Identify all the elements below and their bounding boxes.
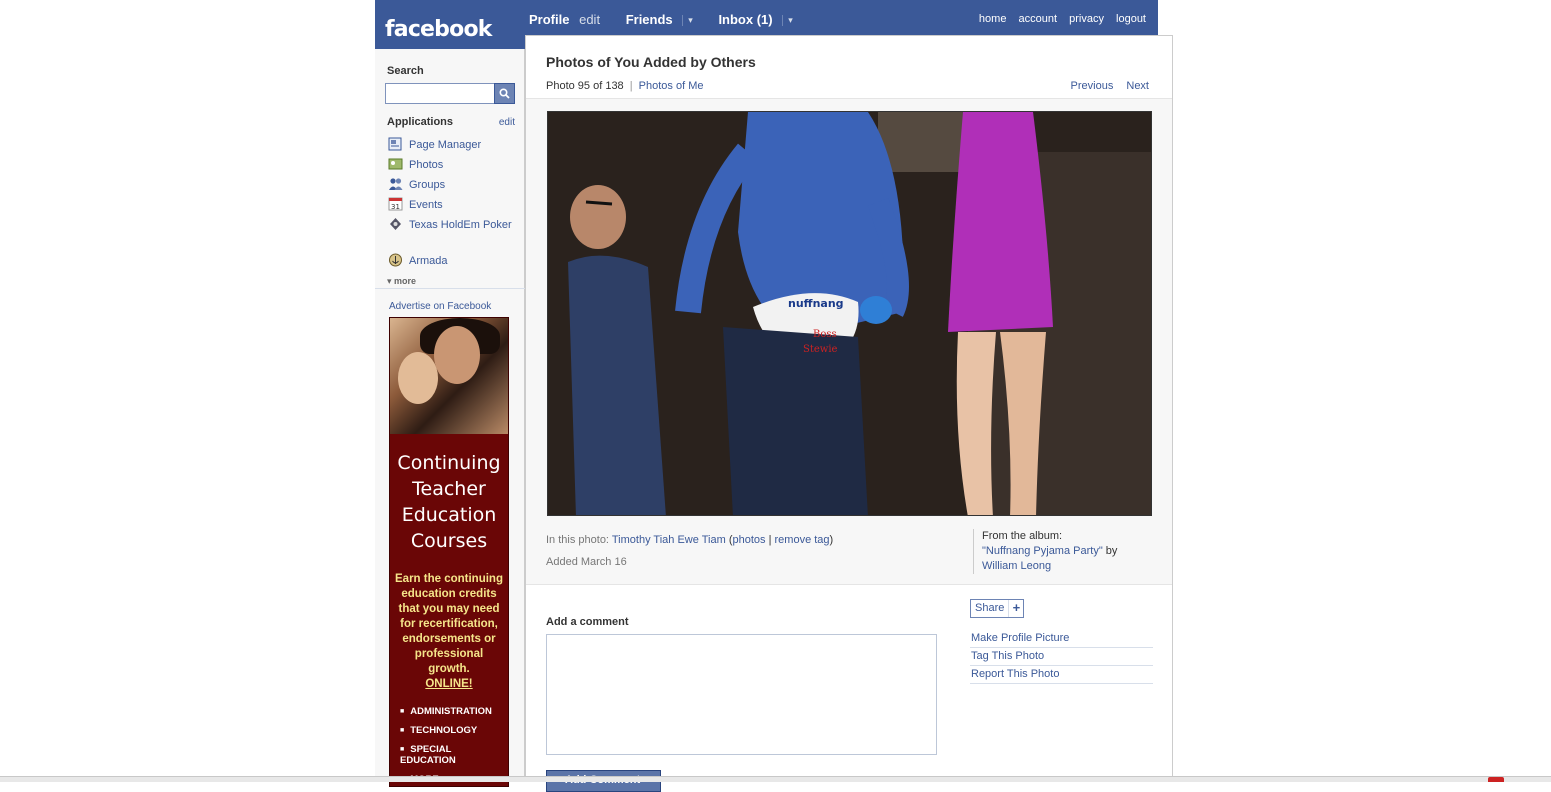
photo-text-line1: Boss xyxy=(813,329,837,340)
applications-title: Applications xyxy=(387,116,454,128)
friends-dropdown-icon[interactable]: ▾ xyxy=(682,15,693,26)
svg-text:31: 31 xyxy=(391,203,400,211)
sidebar-item-label: Texas HoldEm Poker xyxy=(409,219,512,231)
sidebar-item-armada[interactable]: Armada xyxy=(387,253,515,269)
search-button[interactable] xyxy=(494,83,515,104)
ad-topic: ADMINISTRATION xyxy=(400,706,508,717)
advertise-link[interactable]: Advertise on Facebook xyxy=(389,301,491,312)
main-content: Photos of You Added by Others Photo 95 o… xyxy=(525,35,1173,792)
photo-pager: Previous Next xyxy=(1061,80,1149,92)
status-badge xyxy=(1488,777,1504,782)
sidebar-divider xyxy=(375,288,525,289)
pipe-separator: | xyxy=(768,534,772,546)
tagged-person-link[interactable]: Timothy Tiah Ewe Tiam xyxy=(612,534,726,546)
sidebar-item-label: Photos xyxy=(409,159,444,171)
sidebar-advertisement[interactable]: Continuing Teacher Education Courses Ear… xyxy=(389,317,509,787)
tag-this-photo-link[interactable]: Tag This Photo xyxy=(970,648,1153,666)
ad-topic-list: ADMINISTRATION TECHNOLOGY SPECIAL EDUCAT… xyxy=(400,706,508,786)
nav-inbox[interactable]: Inbox (1) xyxy=(718,12,772,27)
calendar-icon: 31 xyxy=(387,197,403,211)
make-profile-picture-link[interactable]: Make Profile Picture xyxy=(970,630,1153,648)
sidebar-item-page-manager[interactable]: Page Manager xyxy=(387,137,515,153)
logo-area: facebook xyxy=(375,0,525,49)
nav-account[interactable]: account xyxy=(1019,13,1058,25)
add-comment-label: Add a comment xyxy=(546,616,629,628)
previous-link[interactable]: Previous xyxy=(1071,80,1114,92)
sidebar-item-texas-holdem-poker[interactable]: Texas HoldEm Poker xyxy=(387,217,515,233)
ad-topic: TECHNOLOGY xyxy=(400,725,508,736)
search-label: Search xyxy=(387,65,424,77)
main-photo[interactable]: nuffnang Boss Stewie xyxy=(547,111,1152,516)
search-input[interactable] xyxy=(385,83,495,104)
paren-close: ) xyxy=(829,534,834,546)
photo-illustration: nuffnang Boss Stewie xyxy=(548,112,1151,515)
applications-edit-link[interactable]: edit xyxy=(499,117,515,128)
nav-friends[interactable]: Friends xyxy=(626,12,673,27)
inbox-dropdown-icon[interactable]: ▾ xyxy=(782,15,793,26)
album-label: From the album: xyxy=(982,530,1063,542)
sidebar-item-label: Page Manager xyxy=(409,139,482,151)
poker-icon xyxy=(387,217,403,231)
browser-status-bar xyxy=(0,776,1551,782)
nav-profile[interactable]: Profile xyxy=(529,12,569,27)
plus-icon: + xyxy=(1012,600,1021,615)
sidebar-more-link[interactable]: ▾ more xyxy=(387,276,416,287)
ad-online-label: ONLINE! xyxy=(425,678,473,690)
share-label: Share xyxy=(971,600,1010,617)
separator: | xyxy=(629,80,633,92)
ad-title: Continuing Teacher Education Courses xyxy=(397,452,501,552)
nav-home[interactable]: home xyxy=(979,13,1007,25)
in-photo-label: In this photo: xyxy=(546,534,609,546)
main-nav: Profile edit Friends ▾ Inbox (1) ▾ xyxy=(529,12,793,27)
ad-body-text: Earn the continuing education credits th… xyxy=(395,573,503,675)
photo-counter-row: Photo 95 of 138 | Photos of Me xyxy=(546,80,704,92)
in-this-photo: In this photo: Timothy Tiah Ewe Tiam (ph… xyxy=(546,534,833,546)
remove-tag-link[interactable]: remove tag xyxy=(775,534,830,546)
next-link[interactable]: Next xyxy=(1126,80,1149,92)
sidebar: Search Applications edit Page Manager Ph… xyxy=(375,49,525,787)
photo-panel: nuffnang Boss Stewie In this photo: Timo… xyxy=(526,98,1172,585)
photo-text-line2: Stewie xyxy=(803,344,838,355)
ad-topic: SPECIAL EDUCATION xyxy=(400,744,508,766)
sidebar-item-label: Groups xyxy=(409,179,446,191)
sidebar-item-photos[interactable]: Photos xyxy=(387,157,515,173)
photos-icon xyxy=(387,157,403,171)
ad-body: Earn the continuing education credits th… xyxy=(394,572,504,692)
album-link[interactable]: "Nuffnang Pyjama Party" xyxy=(982,545,1103,557)
comment-input[interactable] xyxy=(546,634,937,755)
sidebar-item-label: Events xyxy=(409,199,443,211)
nav-logout[interactable]: logout xyxy=(1116,13,1146,25)
sidebar-item-label: Armada xyxy=(409,255,448,267)
ad-image xyxy=(390,318,508,434)
tagged-person-photos-link[interactable]: photos xyxy=(733,534,766,546)
report-this-photo-link[interactable]: Report This Photo xyxy=(970,666,1153,684)
added-date: Added March 16 xyxy=(546,556,627,568)
album-by: by xyxy=(1105,545,1118,557)
search-icon xyxy=(499,88,510,99)
album-info: From the album: "Nuffnang Pyjama Party" … xyxy=(973,529,1153,574)
groups-icon xyxy=(387,177,403,191)
ad-image-face-adult xyxy=(434,326,480,384)
account-links: home account privacy logout xyxy=(970,13,1146,25)
share-button[interactable]: Share + xyxy=(970,599,1025,618)
page-manager-icon xyxy=(387,137,403,151)
sidebar-item-events[interactable]: 31 Events xyxy=(387,197,515,213)
photo-actions: Make Profile Picture Tag This Photo Repo… xyxy=(970,630,1153,684)
nav-profile-edit[interactable]: edit xyxy=(579,12,600,27)
photo-text-brand: nuffnang xyxy=(788,297,844,310)
sidebar-item-groups[interactable]: Groups xyxy=(387,177,515,193)
armada-icon xyxy=(387,253,403,267)
photo-counter: Photo 95 of 138 xyxy=(546,80,624,92)
page-title: Photos of You Added by Others xyxy=(546,54,756,70)
facebook-logo[interactable]: facebook xyxy=(385,17,492,42)
applications-header: Applications edit xyxy=(387,116,515,128)
photos-of-me-link[interactable]: Photos of Me xyxy=(639,80,704,92)
album-owner-link[interactable]: William Leong xyxy=(982,560,1051,572)
ad-image-face-child xyxy=(398,352,438,404)
nav-privacy[interactable]: privacy xyxy=(1069,13,1104,25)
